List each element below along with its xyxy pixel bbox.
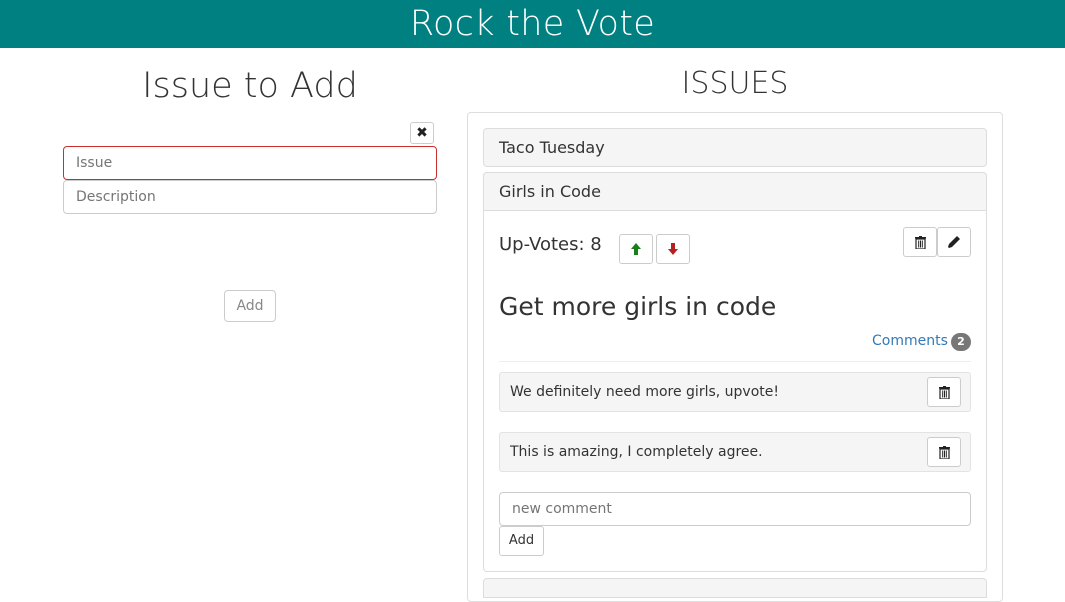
trash-icon (938, 445, 950, 459)
upvote-button[interactable] (619, 234, 653, 264)
issue-description: Get more girls in code (499, 292, 777, 321)
upvotes-count: Up-Votes: 8 (499, 234, 602, 255)
new-comment-input[interactable] (499, 492, 971, 526)
issues-title: ISSUES (681, 66, 789, 101)
comment-text: We definitely need more girls, upvote! (510, 384, 779, 400)
delete-comment-button[interactable] (927, 377, 961, 407)
close-form-button[interactable]: ✖ (410, 122, 434, 144)
trash-icon (938, 385, 950, 399)
description-input[interactable] (63, 180, 437, 214)
comment-item: We definitely need more girls, upvote! (499, 372, 971, 412)
close-x-icon: ✖ (416, 125, 428, 141)
divider (499, 361, 971, 362)
downvote-button[interactable] (656, 234, 690, 264)
arrow-up-icon (631, 243, 641, 255)
delete-comment-button[interactable] (927, 437, 961, 467)
add-issue-title: Issue to Add (142, 66, 358, 106)
comment-text: This is amazing, I completely agree. (510, 444, 763, 460)
add-comment-button[interactable]: Add (499, 526, 544, 556)
edit-issue-button[interactable] (937, 227, 971, 257)
comments-count-badge: 2 (951, 333, 971, 351)
trash-icon (914, 235, 926, 249)
issue-header-next[interactable] (483, 578, 987, 598)
pencil-icon (948, 236, 960, 248)
issue-header-girls-in-code[interactable]: Girls in Code (483, 172, 987, 211)
delete-issue-button[interactable] (903, 227, 937, 257)
app-header: Rock the Vote (0, 0, 1065, 48)
arrow-down-icon (668, 243, 678, 255)
issue-input[interactable] (63, 146, 437, 180)
comment-item: This is amazing, I completely agree. (499, 432, 971, 472)
add-issue-button[interactable]: Add (224, 290, 276, 322)
issue-header-taco-tuesday[interactable]: Taco Tuesday (483, 128, 987, 167)
comments-link[interactable]: Comments (872, 333, 948, 349)
